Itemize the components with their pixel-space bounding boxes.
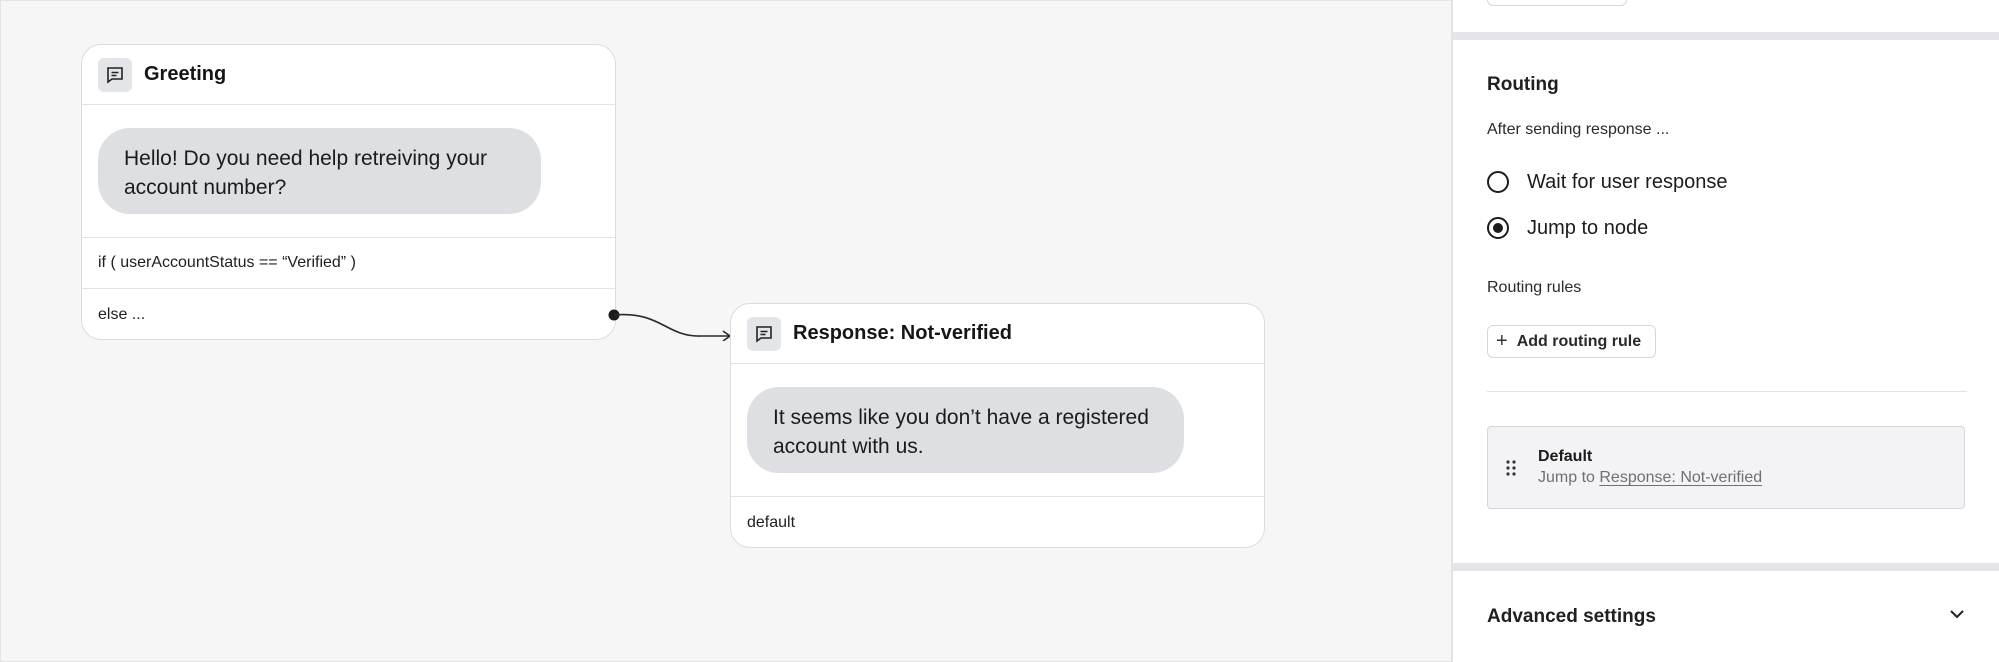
radio-wait-for-user[interactable]: Wait for user response xyxy=(1487,167,1967,197)
drag-handle-icon[interactable] xyxy=(1506,459,1520,476)
rule-title: Default xyxy=(1538,448,1593,465)
message-icon xyxy=(98,57,132,92)
rule-description: Jump to Response: Not-verified xyxy=(1538,469,1762,487)
advanced-settings-toggle[interactable]: Advanced settings xyxy=(1487,604,1967,629)
section-divider xyxy=(1453,563,1999,571)
rule-target-link[interactable]: Response: Not-verified xyxy=(1599,469,1762,486)
routing-rules-label: Routing rules xyxy=(1487,279,1582,296)
routing-rule-card[interactable]: Default Jump to Response: Not-verified xyxy=(1487,426,1965,509)
response-node[interactable]: Response: Not-verified It seems like you… xyxy=(730,303,1265,548)
add-routing-rule-label: Add routing rule xyxy=(1516,332,1642,350)
routing-subtitle: After sending response ... xyxy=(1487,121,1670,138)
panel-top-button[interactable] xyxy=(1487,0,1627,6)
message-bubble: Hello! Do you need help retreiving your … xyxy=(98,128,541,214)
radio-label: Wait for user response xyxy=(1527,170,1728,193)
plus-icon: + xyxy=(1496,330,1508,352)
node-header: Greeting xyxy=(82,45,615,105)
message-bubble: It seems like you don’t have a registere… xyxy=(747,387,1184,473)
flow-canvas[interactable]: Greeting Hello! Do you need help retreiv… xyxy=(0,0,1452,662)
message-icon xyxy=(747,316,781,351)
section-divider xyxy=(1453,32,1999,40)
node-header: Response: Not-verified xyxy=(731,304,1264,364)
routing-section: Routing After sending response ... Wait … xyxy=(1487,74,1967,509)
condition-row[interactable]: else ... xyxy=(82,289,615,339)
radio-button[interactable] xyxy=(1487,171,1509,193)
condition-row[interactable]: if ( userAccountStatus == “Verified” ) xyxy=(82,238,615,289)
advanced-settings-title: Advanced settings xyxy=(1487,605,1656,627)
node-title: Greeting xyxy=(144,63,227,85)
rule-prefix: Jump to xyxy=(1538,469,1595,486)
node-title: Response: Not-verified xyxy=(793,322,1012,344)
condition-row[interactable]: default xyxy=(731,497,1264,547)
add-routing-rule-button[interactable]: + Add routing rule xyxy=(1487,325,1657,358)
node-body: Hello! Do you need help retreiving your … xyxy=(82,105,615,238)
greeting-node[interactable]: Greeting Hello! Do you need help retreiv… xyxy=(81,44,616,340)
routing-title: Routing xyxy=(1487,74,1559,95)
connector-edge[interactable] xyxy=(606,301,736,341)
chevron-down-icon[interactable] xyxy=(1947,604,1967,629)
radio-button-selected[interactable] xyxy=(1487,217,1509,239)
node-body: It seems like you don’t have a registere… xyxy=(731,364,1264,497)
properties-panel: Routing After sending response ... Wait … xyxy=(1452,0,1999,662)
radio-jump-to-node[interactable]: Jump to node xyxy=(1487,213,1967,243)
radio-label: Jump to node xyxy=(1527,216,1649,239)
divider xyxy=(1487,391,1967,392)
